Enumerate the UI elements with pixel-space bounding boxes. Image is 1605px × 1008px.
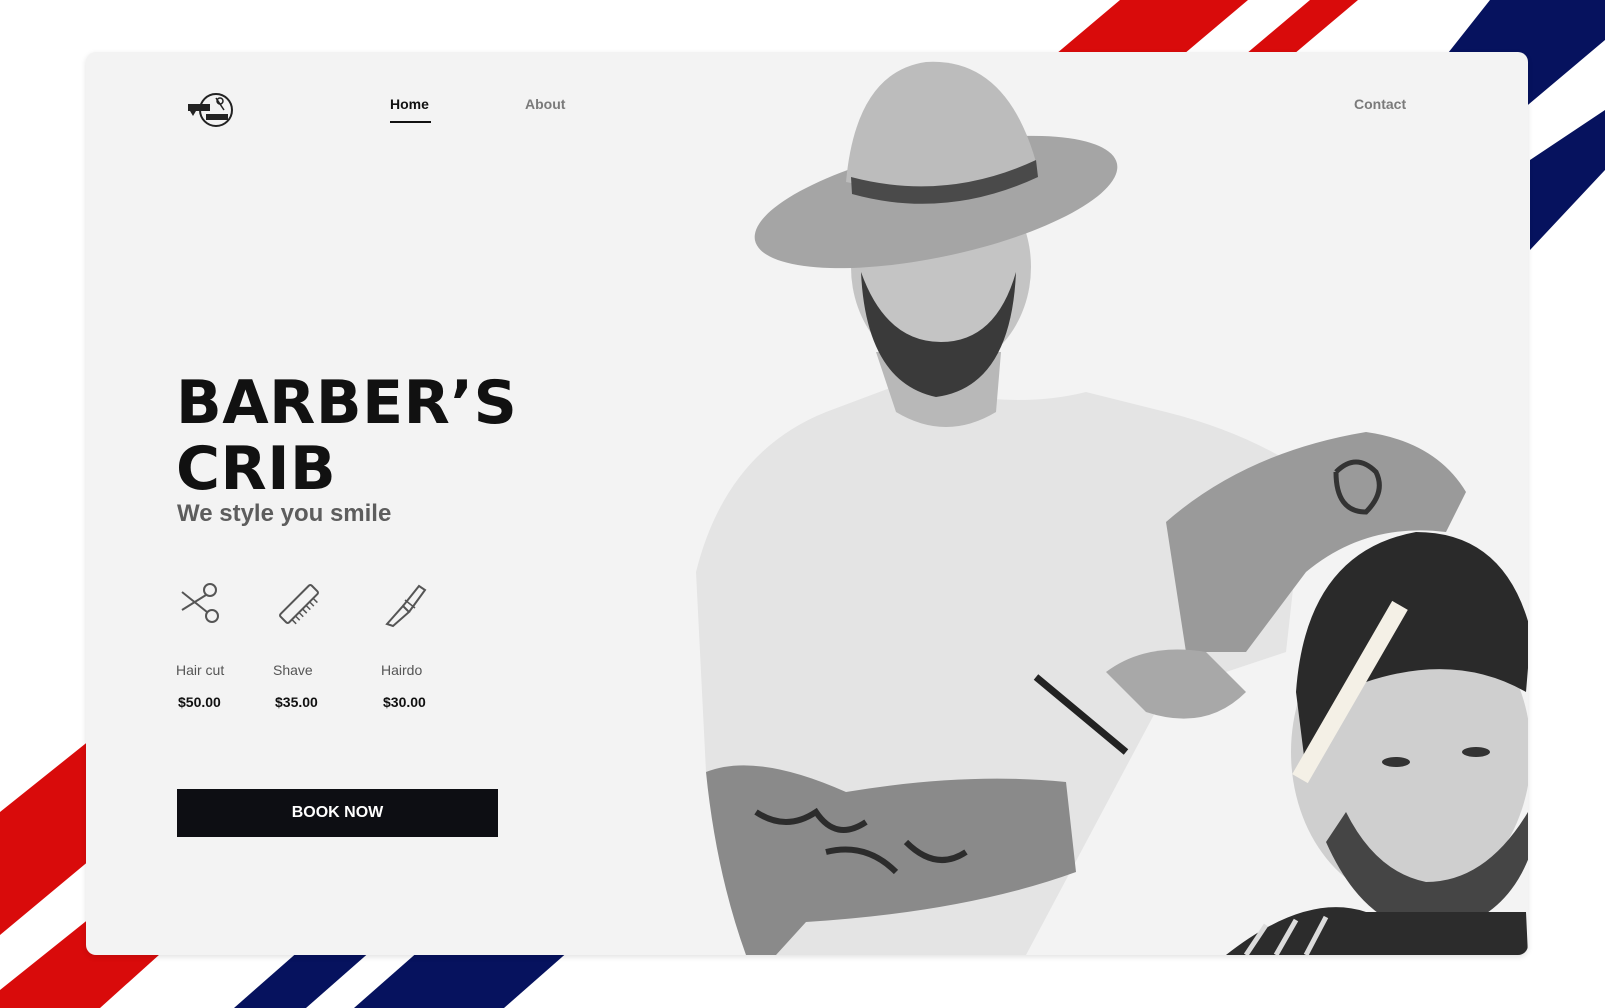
nav-home-label: Home xyxy=(390,96,429,112)
service-price: $30.00 xyxy=(383,694,426,710)
service-price: $35.00 xyxy=(275,694,318,710)
nav-about-link[interactable]: About xyxy=(525,96,565,112)
scissors-icon xyxy=(181,583,219,623)
hero-tagline: We style you smile xyxy=(177,500,392,527)
hero-title-line2: CRIB xyxy=(176,434,337,504)
hero-title-line1: BARBER’S xyxy=(176,368,518,438)
straight-razor-icon xyxy=(385,584,427,628)
service-name: Hair cut xyxy=(176,662,225,678)
comb-icon xyxy=(279,584,319,625)
nav-active-underline xyxy=(390,121,431,123)
hero-title: BARBER’S CRIB xyxy=(176,370,536,502)
nav-about-label: About xyxy=(525,96,566,112)
barber-shop-logo-icon[interactable] xyxy=(186,90,236,128)
service-price: $50.00 xyxy=(178,694,221,710)
service-name: Shave xyxy=(273,662,313,678)
hero-card: Home About Contact BARBER’S CRIB We styl… xyxy=(86,52,1528,955)
service-name: Hairdo xyxy=(381,662,423,678)
nav-home-link[interactable]: Home xyxy=(390,96,431,123)
barber-hero-photo xyxy=(696,61,1528,955)
book-now-button[interactable]: BOOK NOW xyxy=(177,789,498,837)
